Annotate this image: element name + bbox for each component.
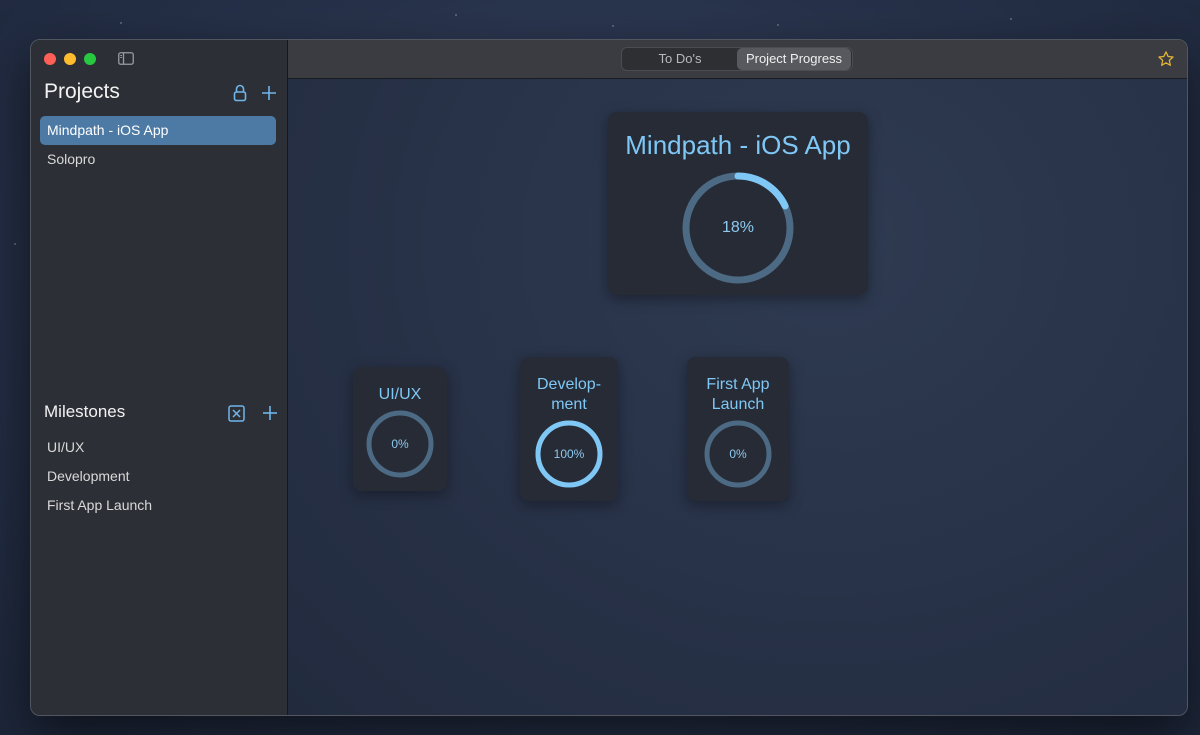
zoom-window-button[interactable] xyxy=(84,53,96,65)
window-controls xyxy=(44,53,96,65)
milestone-percent-label: 100% xyxy=(553,447,585,461)
delete-milestone-button[interactable] xyxy=(227,404,245,422)
milestone-card-title: First App Launch xyxy=(706,376,770,413)
project-progress-ring: 18% xyxy=(680,170,796,286)
milestone-list: UI/UX Development First App Launch xyxy=(40,433,276,520)
project-item[interactable]: Solopro xyxy=(40,145,276,174)
milestone-percent-label: 0% xyxy=(729,447,747,461)
view-switcher: To Do's Project Progress xyxy=(621,47,853,71)
background-star xyxy=(612,25,614,27)
sidebar: Projects Mindpath - iOS App Solopro Mile… xyxy=(31,40,288,715)
milestone-card-development: Develop- ment 100% xyxy=(520,357,618,501)
milestone-card-title: Develop- ment xyxy=(536,376,602,413)
x-square-icon xyxy=(227,404,245,422)
project-percent-label: 18% xyxy=(721,219,755,236)
minimize-window-button[interactable] xyxy=(64,53,76,65)
milestone-card-first-app-launch: First App Launch 0% xyxy=(687,357,789,501)
main-content: To Do's Project Progress Mindpath - iOS … xyxy=(288,40,1187,715)
plus-icon xyxy=(262,86,276,100)
tab-todos[interactable]: To Do's xyxy=(623,48,737,70)
tab-project-progress[interactable]: Project Progress xyxy=(737,48,851,70)
milestone-percent-label: 0% xyxy=(391,437,409,451)
milestone-item[interactable]: First App Launch xyxy=(40,491,276,520)
add-milestone-button[interactable] xyxy=(261,404,279,422)
milestone-progress-ring: 0% xyxy=(703,419,773,489)
project-list: Mindpath - iOS App Solopro xyxy=(40,116,276,174)
app-window: Projects Mindpath - iOS App Solopro Mile… xyxy=(30,39,1188,716)
close-window-button[interactable] xyxy=(44,53,56,65)
project-item[interactable]: Mindpath - iOS App xyxy=(40,116,276,145)
milestone-card-title: UI/UX xyxy=(378,386,422,403)
project-progress-card: Mindpath - iOS App 18% xyxy=(608,112,868,295)
milestones-title: Milestones xyxy=(44,402,126,421)
milestone-progress-ring: 0% xyxy=(365,409,435,479)
background-star xyxy=(120,22,122,24)
background-star xyxy=(14,243,16,245)
milestone-card-uiux: UI/UX 0% xyxy=(353,367,447,491)
background-star xyxy=(455,14,457,16)
add-project-button[interactable] xyxy=(260,84,278,102)
toolbar: To Do's Project Progress xyxy=(288,40,1187,79)
project-card-title: Mindpath - iOS App xyxy=(625,130,851,160)
background-star xyxy=(1010,18,1012,20)
milestone-item[interactable]: Development xyxy=(40,462,276,491)
background-star xyxy=(777,24,779,26)
lock-icon[interactable] xyxy=(231,84,249,102)
milestone-progress-ring: 100% xyxy=(534,419,604,489)
sidebar-toggle-icon[interactable] xyxy=(118,52,134,65)
projects-title: Projects xyxy=(44,80,120,103)
milestone-item[interactable]: UI/UX xyxy=(40,433,276,462)
star-icon[interactable] xyxy=(1157,50,1175,68)
plus-icon xyxy=(263,406,277,420)
